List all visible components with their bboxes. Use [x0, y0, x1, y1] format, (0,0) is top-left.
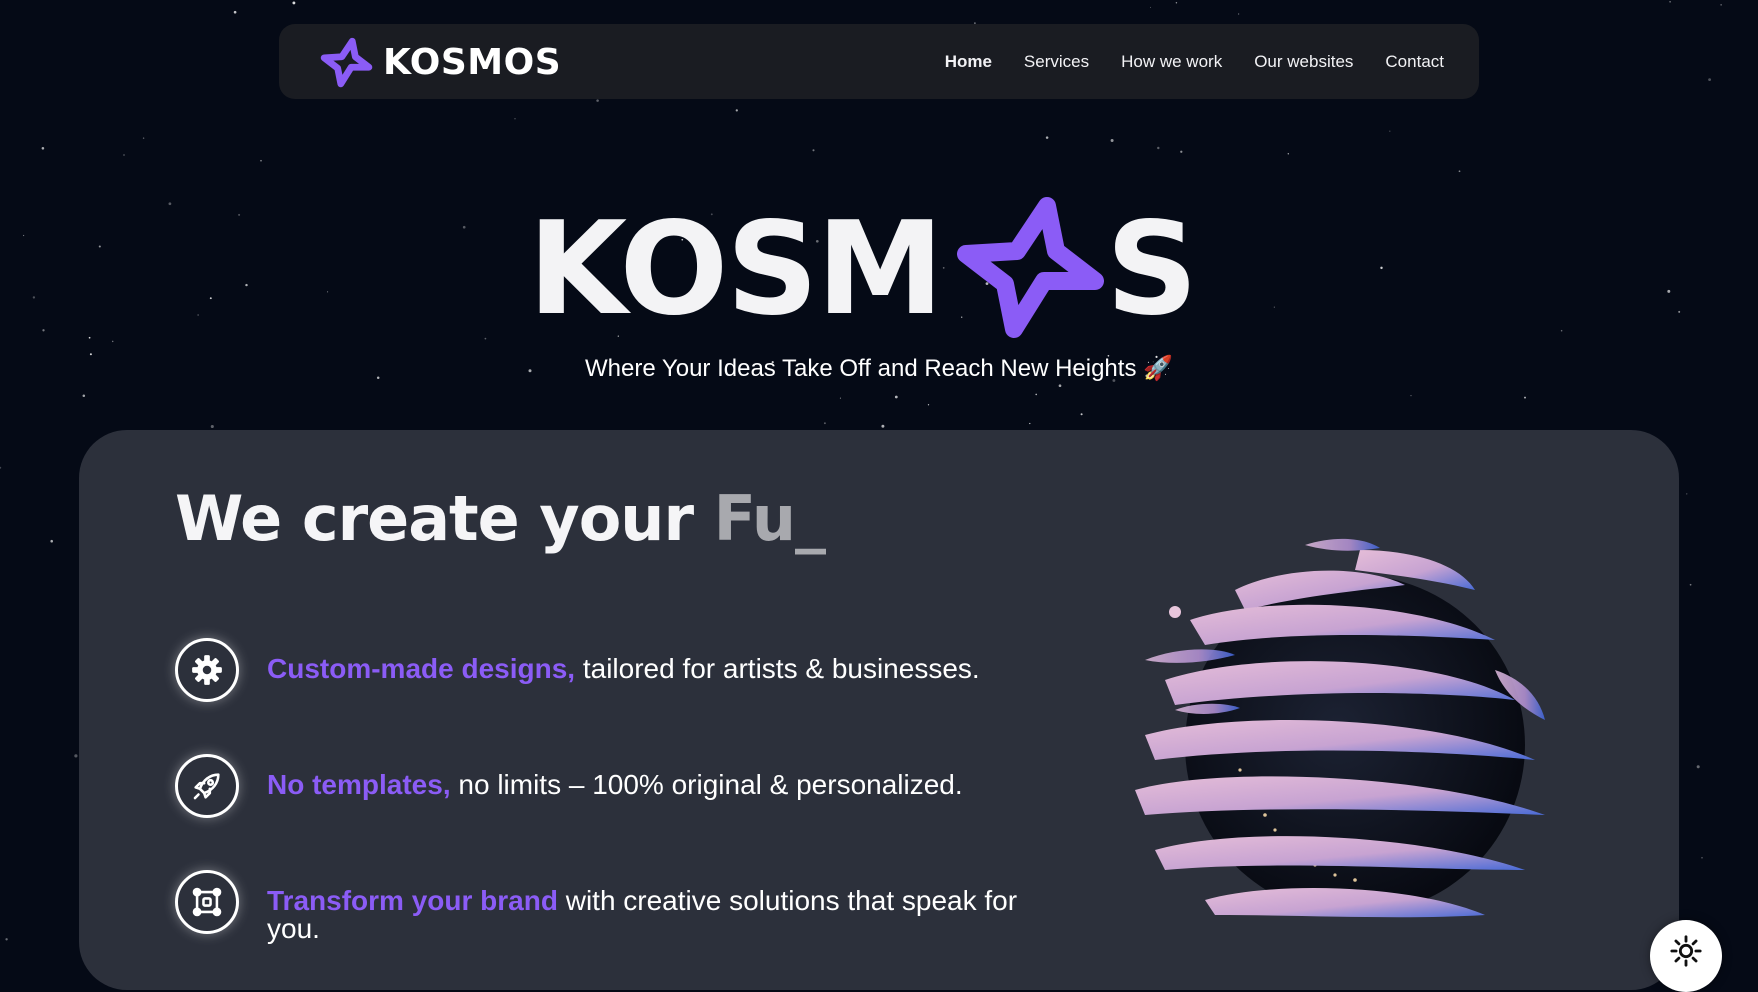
nav-link-our-websites[interactable]: Our websites	[1254, 52, 1353, 72]
nav-link-how-we-work[interactable]: How we work	[1121, 52, 1222, 72]
hero-title-left: KOSM	[528, 195, 944, 344]
hero-star-icon	[956, 197, 1104, 338]
hero-title-right: S	[1105, 195, 1198, 344]
nav-link-contact[interactable]: Contact	[1385, 52, 1444, 72]
feature-highlight: Transform your brand	[267, 885, 558, 916]
feature-item: Custom-made designs, tailored for artist…	[175, 638, 1055, 702]
logo-text: KOSMOS	[383, 41, 562, 83]
card-headline: We create your Fu_	[175, 482, 826, 555]
frame-icon	[175, 870, 239, 934]
headline-typed: Fu_	[713, 482, 826, 555]
ribbon-sphere-illustration	[1135, 538, 1545, 918]
feature-highlight: No templates,	[267, 769, 451, 800]
feature-highlight: Custom-made designs,	[267, 653, 576, 684]
feature-text: No templates, no limits – 100% original …	[267, 754, 963, 799]
feature-text: Transform your brand with creative solut…	[267, 870, 1055, 943]
theme-toggle-button[interactable]	[1650, 920, 1722, 992]
nav-link-home[interactable]: Home	[945, 52, 992, 72]
brand-logo[interactable]: KOSMOS	[319, 36, 561, 88]
nav-links: Home Services How we work Our websites C…	[945, 24, 1444, 99]
star-logo-icon	[320, 37, 373, 88]
feature-item: Transform your brand with creative solut…	[175, 870, 1055, 943]
feature-description: tailored for artists & businesses.	[575, 653, 980, 684]
nav-link-services[interactable]: Services	[1024, 52, 1089, 72]
feature-item: No templates, no limits – 100% original …	[175, 754, 1055, 818]
hero-tagline: Where Your Ideas Take Off and Reach New …	[585, 355, 1173, 382]
top-navbar: KOSMOS Home Services How we work Our web…	[279, 24, 1479, 99]
feature-text: Custom-made designs, tailored for artist…	[267, 638, 980, 683]
rocket-icon	[175, 754, 239, 818]
hero-title: KOSM S	[528, 195, 1198, 345]
sun-icon	[1670, 935, 1702, 967]
feature-description: no limits – 100% original & personalized…	[450, 769, 963, 800]
headline-static: We create your	[175, 482, 714, 555]
gear-icon	[175, 638, 239, 702]
